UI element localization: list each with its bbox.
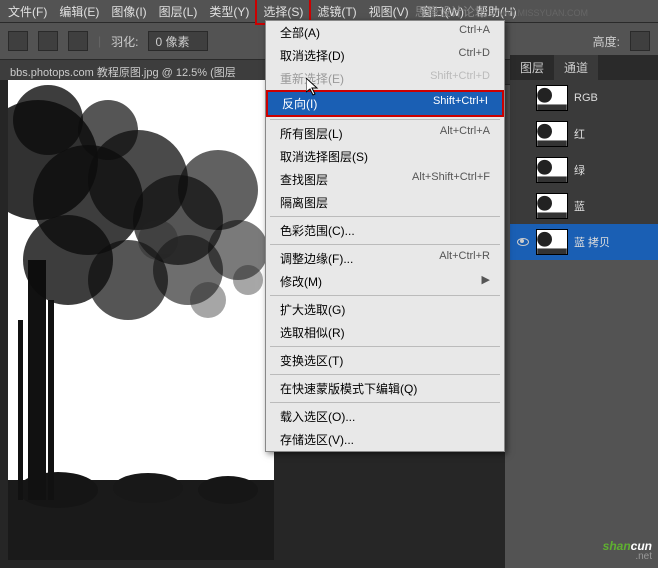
menu-item-label: 反向(I): [282, 95, 317, 112]
menu-item-16[interactable]: 选取相似(R): [266, 321, 504, 344]
tab-layers[interactable]: 图层: [510, 55, 554, 80]
menu-item-15[interactable]: 扩大选取(G): [266, 298, 504, 321]
visibility-icon[interactable]: [516, 235, 530, 249]
menu-item-label: 全部(A): [280, 24, 320, 41]
menu-type[interactable]: 类型(Y): [203, 0, 255, 23]
channel-thumbnail: [536, 193, 568, 219]
menu-item-0[interactable]: 全部(A) Ctrl+A: [266, 21, 504, 44]
menu-item-label: 查找图层: [280, 171, 328, 188]
channel-row-蓝[interactable]: 蓝: [510, 188, 658, 224]
menu-item-label: 载入选区(O)...: [280, 408, 355, 425]
menu-item-7[interactable]: 查找图层 Alt+Shift+Ctrl+F: [266, 168, 504, 191]
menu-item-label: 隔离图层: [280, 194, 328, 211]
tree-image: [8, 80, 274, 560]
menu-item-label: 所有图层(L): [280, 125, 343, 142]
height-label: 高度:: [593, 33, 620, 50]
visibility-icon[interactable]: [516, 127, 530, 141]
panel-tabs: 图层 通道: [510, 55, 658, 80]
channel-row-红[interactable]: 红: [510, 116, 658, 152]
menu-separator: [270, 244, 500, 245]
visibility-icon[interactable]: [516, 91, 530, 105]
menu-item-1[interactable]: 取消选择(D) Ctrl+D: [266, 44, 504, 67]
menu-item-6[interactable]: 取消选择图层(S): [266, 145, 504, 168]
menu-item-shortcut: Alt+Ctrl+R: [439, 250, 490, 267]
menu-item-shortcut: Alt+Ctrl+A: [440, 125, 490, 142]
menu-item-23[interactable]: 存储选区(V)...: [266, 428, 504, 451]
menu-item-3[interactable]: 反向(I) Shift+Ctrl+I: [266, 90, 504, 117]
channel-row-蓝 拷贝[interactable]: 蓝 拷贝: [510, 224, 658, 260]
menu-item-13[interactable]: 修改(M) ▶: [266, 270, 504, 293]
channel-label: 红: [574, 126, 585, 142]
menu-item-shortcut: ▶: [482, 273, 490, 290]
menu-item-label: 选取相似(R): [280, 324, 345, 341]
channel-label: RGB: [574, 92, 598, 104]
menu-item-label: 取消选择(D): [280, 47, 345, 64]
menu-item-label: 取消选择图层(S): [280, 148, 368, 165]
panels: 图层 通道 RGB 红绿蓝蓝 拷贝: [510, 55, 658, 260]
visibility-icon[interactable]: [516, 163, 530, 177]
menu-item-shortcut: Shift+Ctrl+D: [430, 70, 490, 87]
channel-thumbnail: [536, 157, 568, 183]
menu-separator: [270, 216, 500, 217]
menu-image[interactable]: 图像(I): [105, 0, 152, 23]
menu-separator: [270, 374, 500, 375]
visibility-icon[interactable]: [516, 199, 530, 213]
canvas[interactable]: [8, 80, 274, 560]
menu-item-8[interactable]: 隔离图层: [266, 191, 504, 214]
menu-item-label: 色彩范围(C)...: [280, 222, 355, 239]
menu-item-shortcut: Shift+Ctrl+I: [433, 95, 488, 112]
menu-item-18[interactable]: 变换选区(T): [266, 349, 504, 372]
menu-item-10[interactable]: 色彩范围(C)...: [266, 219, 504, 242]
tool-icon-4[interactable]: [630, 31, 650, 51]
menu-item-shortcut: Ctrl+D: [459, 47, 490, 64]
tab-channels[interactable]: 通道: [554, 55, 598, 80]
watermark: shancun .net: [603, 529, 652, 562]
menu-edit[interactable]: 编辑(E): [53, 0, 105, 23]
channel-label: 蓝 拷贝: [574, 234, 610, 250]
menu-item-label: 存储选区(V)...: [280, 431, 354, 448]
channel-label: 绿: [574, 162, 585, 178]
tool-icon-2[interactable]: [38, 31, 58, 51]
menu-item-label: 在快速蒙版模式下编辑(Q): [280, 380, 417, 397]
channel-row-绿[interactable]: 绿: [510, 152, 658, 188]
menu-item-12[interactable]: 调整边缘(F)... Alt+Ctrl+R: [266, 247, 504, 270]
header-brand: 思缘设计论坛 WWW.MISSYUAN.COM: [415, 3, 588, 20]
menu-file[interactable]: 文件(F): [2, 0, 53, 23]
menu-item-5[interactable]: 所有图层(L) Alt+Ctrl+A: [266, 122, 504, 145]
menu-item-label: 修改(M): [280, 273, 322, 290]
tool-icon-1[interactable]: [8, 31, 28, 51]
menu-item-label: 变换选区(T): [280, 352, 343, 369]
menu-item-shortcut: Ctrl+A: [459, 24, 490, 41]
channel-label: 蓝: [574, 198, 585, 214]
menu-item-20[interactable]: 在快速蒙版模式下编辑(Q): [266, 377, 504, 400]
menu-separator: [270, 119, 500, 120]
menu-item-label: 重新选择(E): [280, 70, 344, 87]
channel-row-RGB[interactable]: RGB: [510, 80, 658, 116]
channel-thumbnail: [536, 85, 568, 111]
feather-label: 羽化:: [111, 33, 138, 50]
menu-item-label: 扩大选取(G): [280, 301, 345, 318]
menu-separator: [270, 402, 500, 403]
channel-thumbnail: [536, 121, 568, 147]
tool-icon-3[interactable]: [68, 31, 88, 51]
select-menu-dropdown: 全部(A) Ctrl+A 取消选择(D) Ctrl+D 重新选择(E) Shift+Ctr…: [265, 20, 505, 452]
menu-item-22[interactable]: 载入选区(O)...: [266, 405, 504, 428]
channel-thumbnail: [536, 229, 568, 255]
menu-item-shortcut: Alt+Shift+Ctrl+F: [412, 171, 490, 188]
feather-input[interactable]: [148, 31, 208, 51]
menu-layer[interactable]: 图层(L): [153, 0, 204, 23]
menu-item-2: 重新选择(E) Shift+Ctrl+D: [266, 67, 504, 90]
menu-separator: [270, 295, 500, 296]
menu-separator: [270, 346, 500, 347]
menu-item-label: 调整边缘(F)...: [280, 250, 353, 267]
